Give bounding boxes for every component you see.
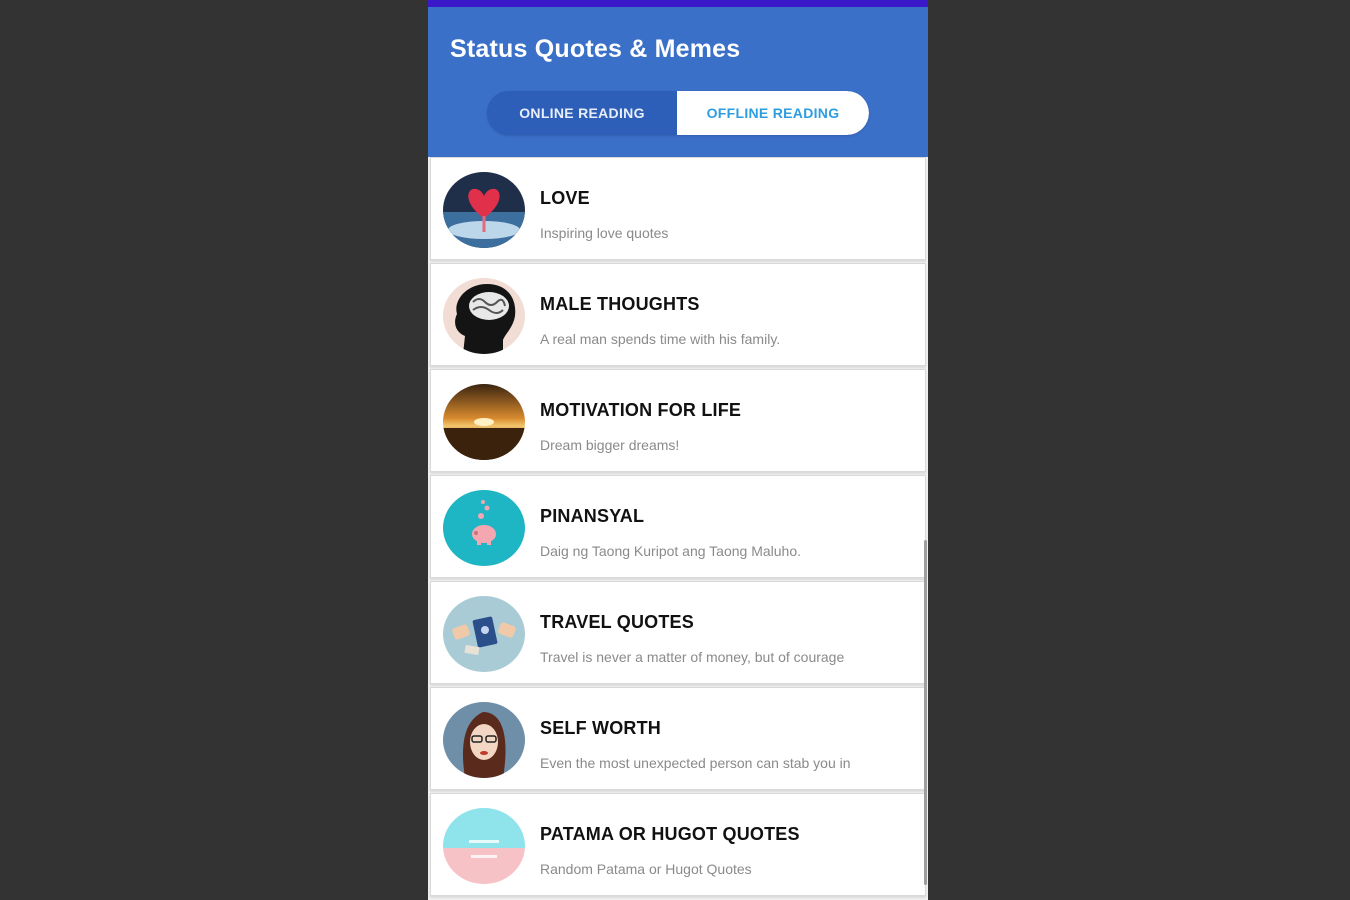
category-title: MALE THOUGHTS xyxy=(540,294,700,314)
category-title: PINANSYAL xyxy=(540,506,645,526)
category-subtitle: Even the most unexpected person can stab… xyxy=(540,755,851,771)
sunset-icon xyxy=(443,384,525,460)
category-card-travel-quotes[interactable]: TRAVEL QUOTES Travel is never a matter o… xyxy=(430,581,926,684)
reading-mode-toggle: ONLINE READING OFFLINE READING xyxy=(487,91,869,135)
love-heart-icon xyxy=(443,172,525,248)
category-subtitle: A real man spends time with his family. xyxy=(540,331,781,347)
passport-icon xyxy=(443,596,525,672)
category-subtitle: Random Patama or Hugot Quotes xyxy=(540,861,752,877)
category-card-male-thoughts[interactable]: MALE THOUGHTS A real man spends time wit… xyxy=(430,263,926,366)
category-title: LOVE xyxy=(540,188,590,208)
category-list: LOVE Inspiring love quotes MALE THOUGHTS… xyxy=(430,157,926,899)
piggy-bank-icon xyxy=(443,490,525,566)
app-bar: Status Quotes & Memes ONLINE READING OFF… xyxy=(428,7,928,157)
woman-portrait-icon xyxy=(443,702,525,778)
tab-offline-reading[interactable]: OFFLINE READING xyxy=(677,91,869,135)
category-card-motivation-for-life[interactable]: MOTIVATION FOR LIFE Dream bigger dreams! xyxy=(430,369,926,472)
phone-screen: Status Quotes & Memes ONLINE READING OFF… xyxy=(428,0,928,900)
category-card-love[interactable]: LOVE Inspiring love quotes xyxy=(430,157,926,260)
category-title: SELF WORTH xyxy=(540,718,661,738)
patama-hugot-icon xyxy=(443,808,525,884)
category-subtitle: Travel is never a matter of money, but o… xyxy=(540,649,845,665)
status-bar xyxy=(428,0,928,7)
head-silhouette-icon xyxy=(443,278,525,354)
category-subtitle: Dream bigger dreams! xyxy=(540,437,680,453)
category-title: TRAVEL QUOTES xyxy=(540,612,694,632)
category-title: PATAMA OR HUGOT QUOTES xyxy=(540,824,800,844)
category-title: MOTIVATION FOR LIFE xyxy=(540,400,742,420)
category-subtitle: Daig ng Taong Kuripot ang Taong Maluho. xyxy=(540,543,802,559)
category-card-patama-hugot-quotes[interactable]: PATAMA OR HUGOT QUOTES Random Patama or … xyxy=(430,793,926,896)
tab-online-reading[interactable]: ONLINE READING xyxy=(487,91,677,135)
app-title: Status Quotes & Memes xyxy=(450,35,741,63)
category-card-self-worth[interactable]: SELF WORTH Even the most unexpected pers… xyxy=(430,687,926,790)
scrollbar-thumb[interactable] xyxy=(924,540,927,885)
category-card-pinansyal[interactable]: PINANSYAL Daig ng Taong Kuripot ang Taon… xyxy=(430,475,926,578)
category-subtitle: Inspiring love quotes xyxy=(540,225,669,241)
